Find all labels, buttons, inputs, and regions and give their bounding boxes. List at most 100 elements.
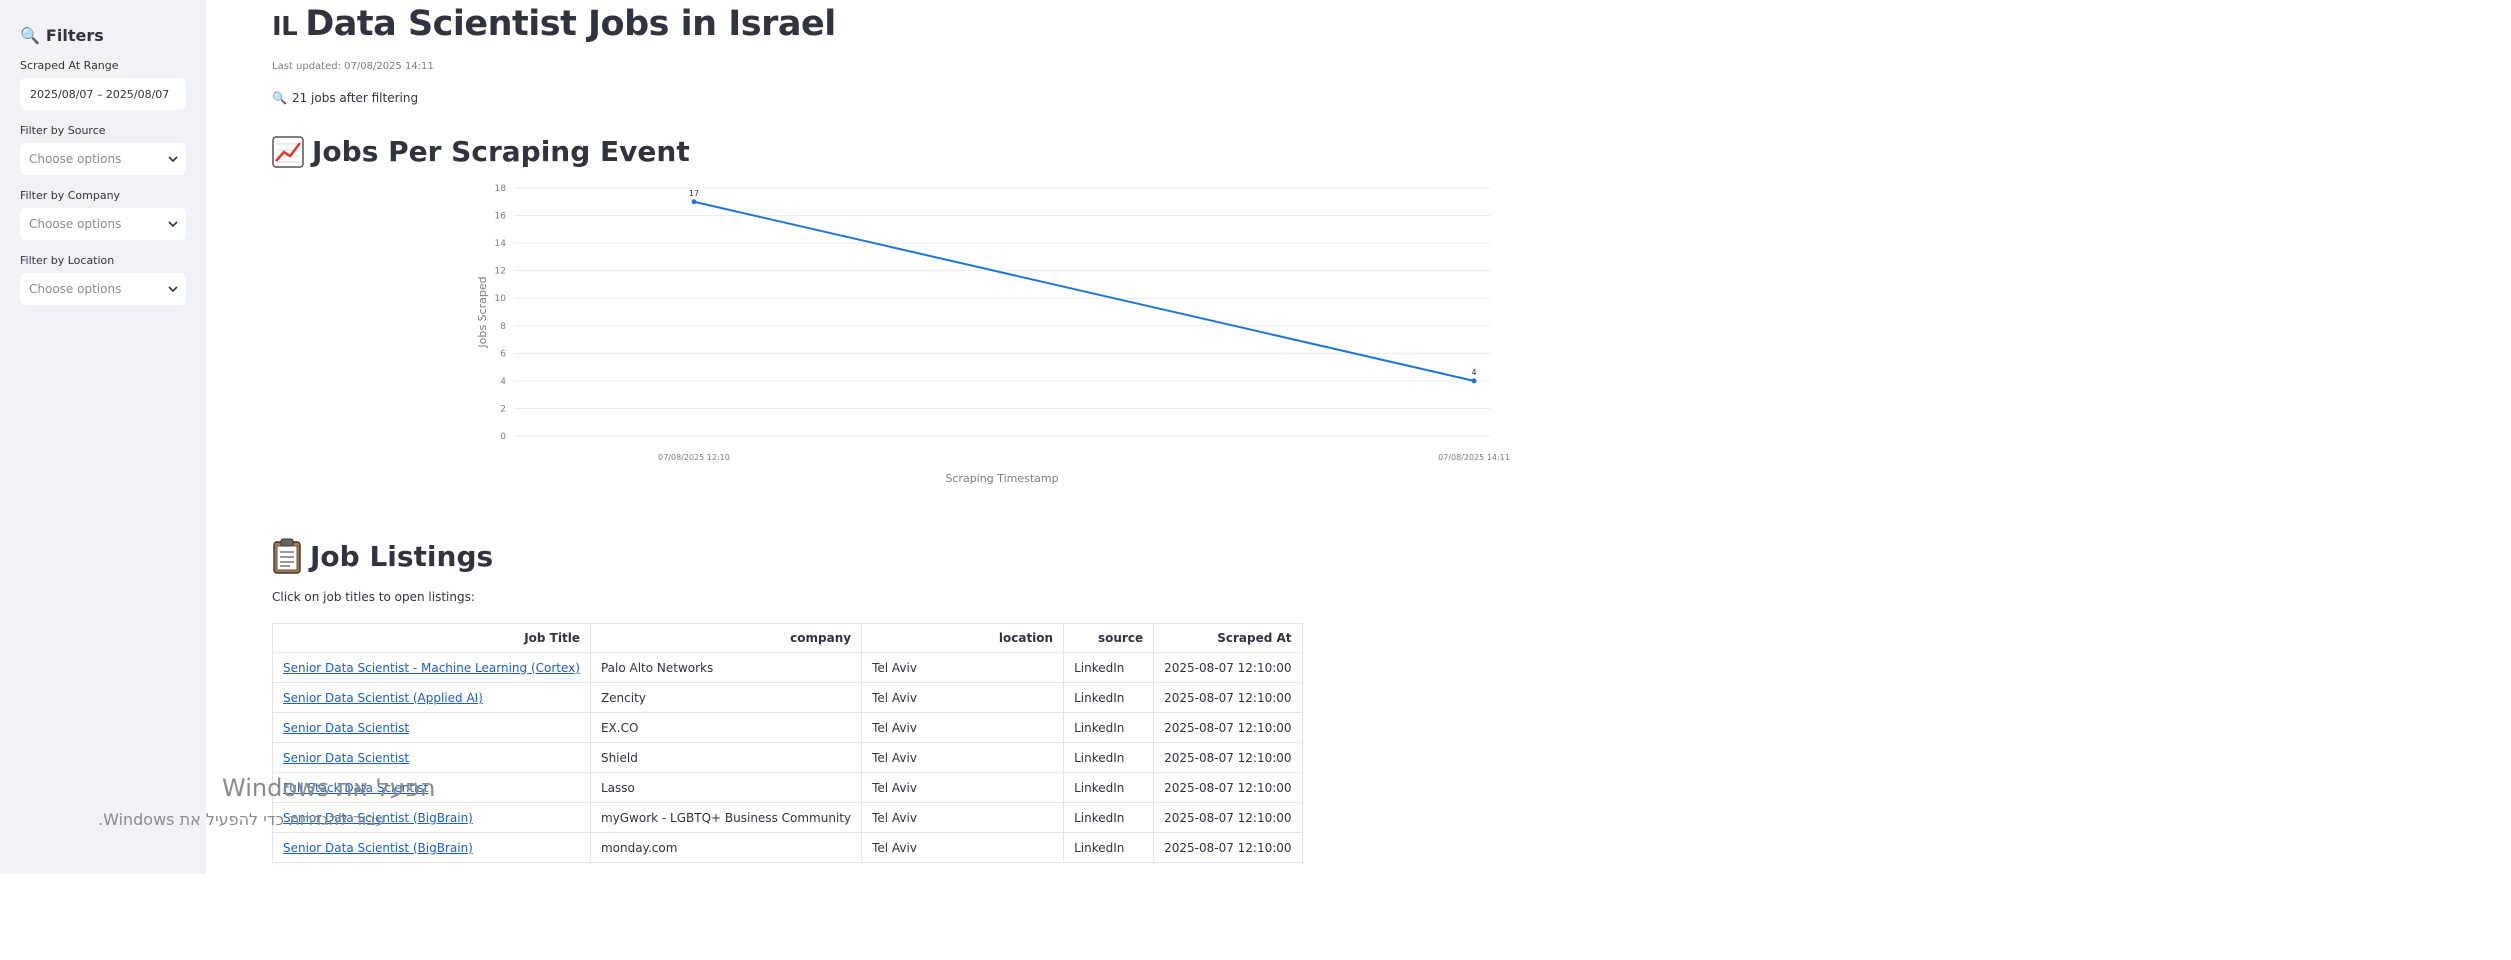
jobs-per-scrape-chart: 0 2 4 6 8 10 12 14 16 18 07/08/2025 12:10 07/08/202… [256, 180, 1536, 500]
series-line [693, 200, 1475, 382]
data-point [1471, 378, 1477, 384]
chart-section-title-text: Jobs Per Scraping Event [312, 135, 690, 168]
date-range-label: Scraped At Range [20, 59, 119, 72]
scraped-at-cell: 2025-08-07 12:10:00 [1153, 652, 1303, 683]
job-title-cell: Senior Data Scientist [272, 712, 591, 743]
listings-caption: Click on job titles to open listings: [272, 590, 475, 604]
job-title-cell: Senior Data Scientist (BigBrain) [272, 832, 591, 863]
chevron-down-icon [168, 286, 178, 293]
y-axis-label: Jobs Scraped [476, 276, 489, 348]
page-title: IL Data Scientist Jobs in Israel [272, 4, 836, 44]
chart-increasing-icon [272, 135, 304, 168]
clipboard-icon [273, 538, 301, 574]
x-axis-label: Scraping Timestamp [945, 472, 1058, 485]
scraped-at-cell: 2025-08-07 12:10:00 [1153, 802, 1303, 833]
chart-section-title: Jobs Per Scraping Event [272, 135, 690, 168]
sidebar: 🔍 Filters Scraped At Range 2025/08/07 – … [0, 0, 206, 874]
location-filter-select[interactable]: Choose options [20, 273, 186, 305]
date-range-input[interactable]: 2025/08/07 – 2025/08/07 [20, 78, 186, 110]
page-title-text: Data Scientist Jobs in Israel [305, 4, 836, 44]
company-cell: Lasso [589, 772, 863, 803]
source-filter-label: Filter by Source [20, 124, 106, 137]
scraped-at-cell: 2025-08-07 12:10:00 [1153, 832, 1303, 863]
scraped-at-cell: 2025-08-07 12:10:00 [1153, 742, 1303, 773]
table-row: Senior Data Scientist Shield Tel Aviv Li… [272, 742, 1303, 773]
company-cell: Palo Alto Networks [589, 652, 863, 683]
source-cell: LinkedIn [1063, 832, 1155, 863]
scraped-at-cell: 2025-08-07 12:10:00 [1153, 682, 1303, 713]
location-cell: Tel Aviv [861, 652, 1065, 683]
job-title-cell: Senior Data Scientist (BigBrain) [272, 802, 591, 833]
flag-icon: IL [272, 12, 298, 42]
sidebar-title-label: Filters [45, 26, 104, 45]
jobs-count-text: 21 jobs after filtering [291, 91, 419, 105]
company-cell: Shield [589, 742, 863, 773]
table-header-row: Job Title company location source Scrape… [272, 623, 1303, 653]
data-label: 17 [689, 189, 699, 198]
job-listings-table: Job Title company location source Scrape… [272, 623, 1303, 863]
source-cell: LinkedIn [1063, 742, 1155, 773]
source-cell: LinkedIn [1063, 772, 1155, 803]
source-filter-placeholder: Choose options [29, 152, 122, 166]
location-cell: Tel Aviv [861, 712, 1065, 743]
job-title-link[interactable]: Senior Data Scientist [283, 751, 409, 765]
y-tick-label: 0 [500, 432, 506, 442]
source-cell: LinkedIn [1063, 682, 1155, 713]
scraped-at-cell: 2025-08-07 12:10:00 [1153, 772, 1303, 803]
sidebar-title: 🔍 Filters [20, 26, 186, 45]
table-row: Senior Data Scientist EX.CO Tel Aviv Lin… [272, 712, 1303, 743]
chart-svg: 0 2 4 6 8 10 12 14 16 18 07/08/2025 12:10 07/08/202… [476, 184, 1510, 485]
chevron-down-icon [168, 156, 178, 163]
table-row: Senior Data Scientist - Machine Learning… [272, 652, 1303, 683]
source-cell: LinkedIn [1063, 712, 1155, 743]
job-title-cell: Senior Data Scientist [272, 742, 591, 773]
job-listings-table-wrap: Job Title company location source Scrape… [272, 623, 1303, 863]
job-title-link[interactable]: Senior Data Scientist (Applied AI) [283, 691, 483, 705]
job-title-link[interactable]: Senior Data Scientist (BigBrain) [283, 841, 473, 855]
y-tick-label: 14 [495, 239, 507, 249]
company-cell: EX.CO [589, 712, 863, 743]
column-header-company[interactable]: company [589, 623, 863, 653]
x-tick-label: 07/08/2025 12:10 [658, 453, 730, 462]
y-tick-label: 8 [500, 322, 506, 332]
location-cell: Tel Aviv [861, 772, 1065, 803]
company-cell: monday.com [589, 832, 863, 863]
column-header-source[interactable]: source [1063, 623, 1155, 653]
company-filter-select[interactable]: Choose options [20, 208, 186, 240]
job-title-cell: Senior Data Scientist (Applied AI) [272, 682, 591, 713]
job-title-link[interactable]: Full Stack Data Scientist [283, 781, 428, 795]
source-cell: LinkedIn [1063, 802, 1155, 833]
job-title-link[interactable]: Senior Data Scientist - Machine Learning… [283, 661, 580, 675]
source-filter-select[interactable]: Choose options [20, 143, 186, 175]
job-title-link[interactable]: Senior Data Scientist [283, 721, 409, 735]
company-cell: Zencity [589, 682, 863, 713]
jobs-count: 🔍 21 jobs after filtering [272, 91, 418, 105]
y-tick-label: 18 [495, 184, 507, 194]
job-title-link[interactable]: Senior Data Scientist (BigBrain) [283, 811, 473, 825]
table-row: Senior Data Scientist (BigBrain) myGwork… [272, 802, 1303, 833]
table-row: Full Stack Data Scientist Lasso Tel Aviv… [272, 772, 1303, 803]
column-header-job-title[interactable]: Job Title [272, 623, 591, 653]
app: 🔍 Filters Scraped At Range 2025/08/07 – … [0, 0, 2511, 874]
scraped-at-cell: 2025-08-07 12:10:00 [1153, 712, 1303, 743]
table-row: Senior Data Scientist (Applied AI) Zenci… [272, 682, 1303, 713]
company-cell: myGwork - LGBTQ+ Business Community [589, 802, 863, 833]
location-cell: Tel Aviv [861, 682, 1065, 713]
column-header-location[interactable]: location [861, 623, 1065, 653]
y-tick-label: 12 [495, 267, 506, 277]
y-tick-label: 2 [500, 404, 506, 414]
company-filter-placeholder: Choose options [29, 217, 122, 231]
data-label: 4 [1471, 368, 1476, 377]
location-cell: Tel Aviv [861, 802, 1065, 833]
job-title-cell: Full Stack Data Scientist [272, 772, 591, 803]
y-tick-label: 4 [500, 377, 506, 387]
chevron-down-icon [168, 221, 178, 228]
table-row: Senior Data Scientist (BigBrain) monday.… [272, 832, 1303, 863]
listings-section-title-text: Job Listings [310, 539, 494, 573]
location-cell: Tel Aviv [861, 742, 1065, 773]
y-tick-label: 10 [495, 294, 507, 304]
source-cell: LinkedIn [1063, 652, 1155, 683]
column-header-scraped-at[interactable]: Scraped At [1153, 623, 1303, 653]
magnifier-icon: 🔍 [20, 26, 40, 45]
y-tick-label: 16 [495, 212, 507, 222]
